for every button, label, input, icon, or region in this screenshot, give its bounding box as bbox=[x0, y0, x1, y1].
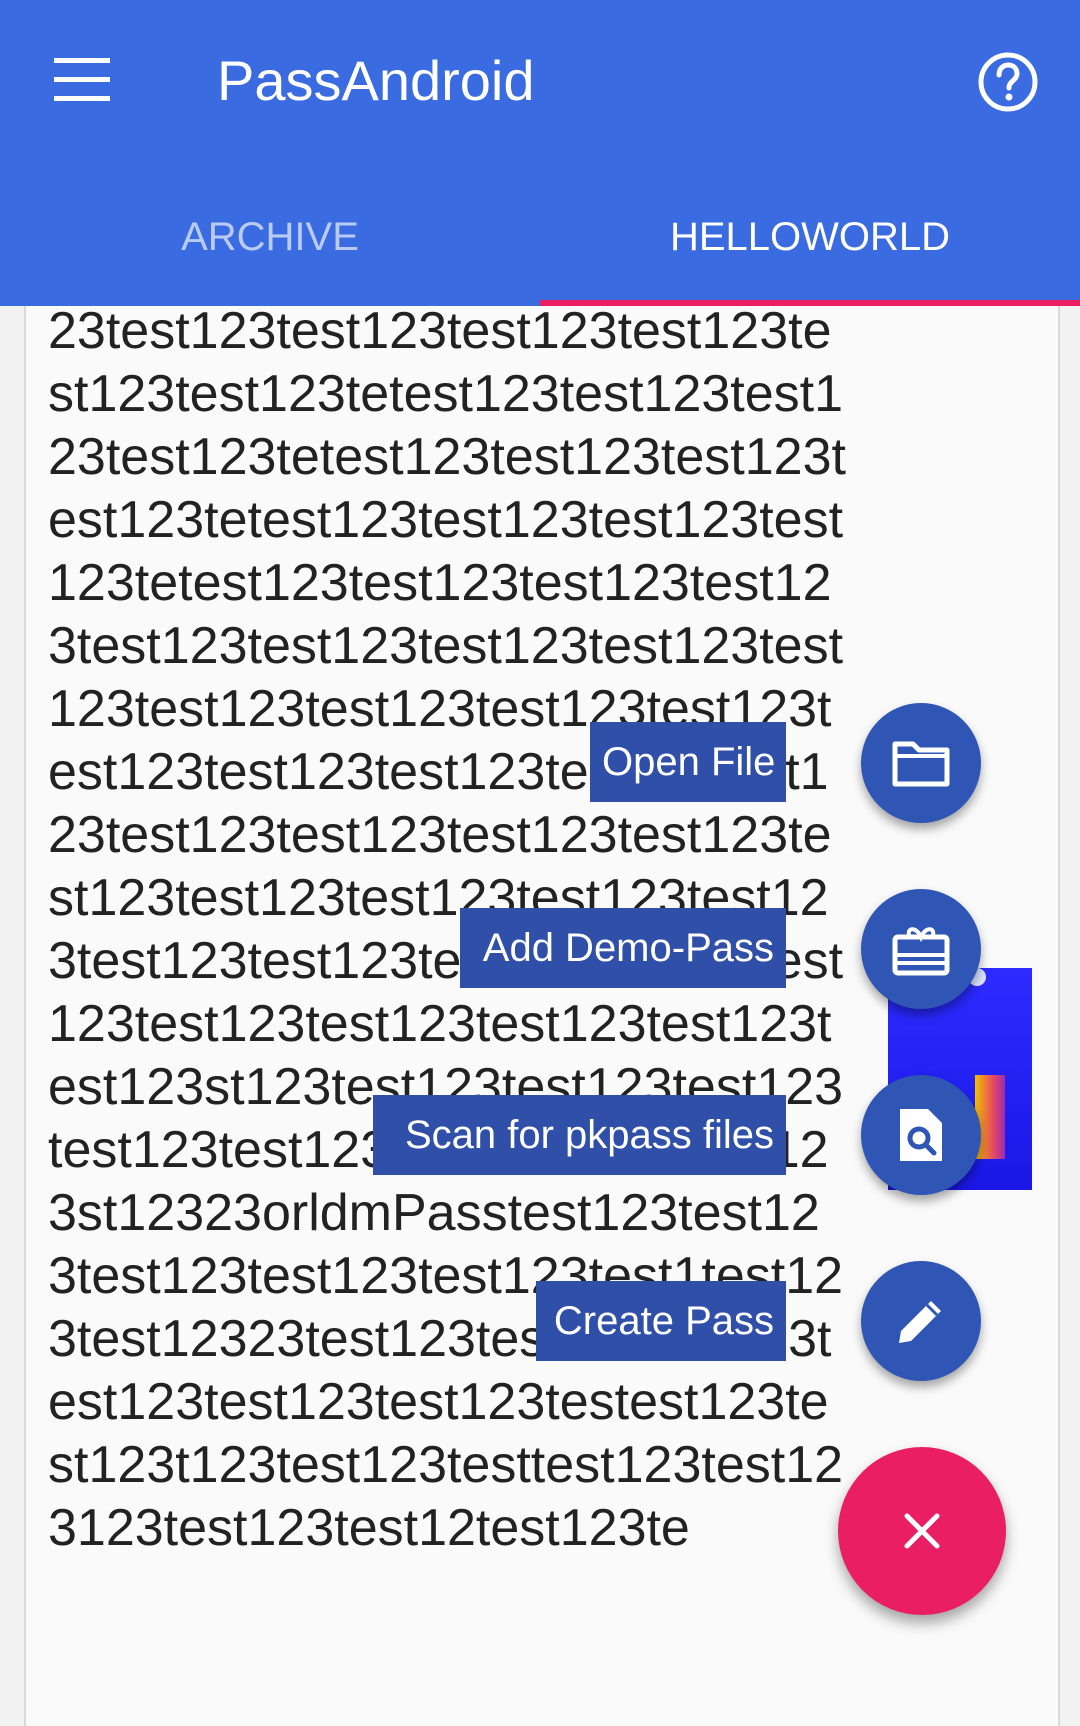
add-demo-pass-label[interactable]: Add Demo-Pass bbox=[460, 908, 786, 988]
open-file-label[interactable]: Open File bbox=[590, 722, 786, 802]
create-pass-button[interactable] bbox=[861, 1261, 981, 1381]
scan-pkpass-button[interactable] bbox=[861, 1075, 981, 1195]
help-circle-icon[interactable] bbox=[976, 50, 1040, 114]
pencil-icon bbox=[893, 1293, 949, 1349]
folder-icon bbox=[891, 738, 951, 788]
open-file-button[interactable] bbox=[861, 703, 981, 823]
add-demo-pass-button[interactable] bbox=[861, 889, 981, 1009]
tab-helloworld[interactable]: HELLOWORLD bbox=[540, 200, 1080, 306]
app-title: PassAndroid bbox=[217, 49, 535, 112]
speed-dial-close-button[interactable] bbox=[838, 1447, 1006, 1615]
close-icon bbox=[902, 1511, 942, 1551]
tab-archive[interactable]: ARCHIVE bbox=[0, 200, 540, 306]
gift-card-icon bbox=[891, 921, 951, 977]
scan-pkpass-label[interactable]: Scan for pkpass files bbox=[373, 1095, 786, 1175]
file-search-icon bbox=[896, 1105, 946, 1165]
hamburger-menu-icon[interactable] bbox=[50, 52, 118, 108]
app-bar: PassAndroid ARCHIVE HELLOWORLD bbox=[0, 0, 1080, 306]
tab-indicator bbox=[540, 300, 1080, 306]
create-pass-label[interactable]: Create Pass bbox=[536, 1281, 786, 1361]
